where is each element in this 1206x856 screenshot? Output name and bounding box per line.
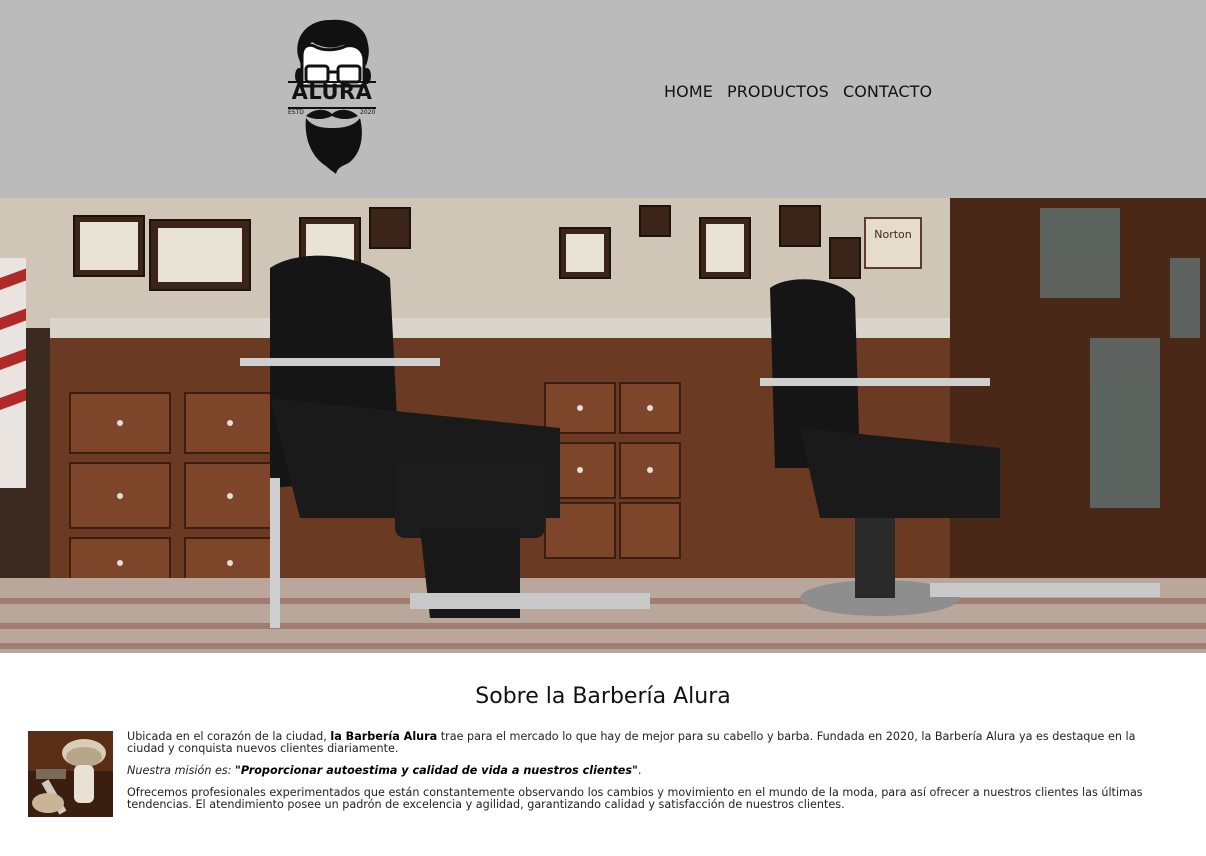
site-header: ALURA ESTD 2020 HOME PRODUCTOS CONTACTO xyxy=(0,0,1206,198)
nav-link-home[interactable]: HOME xyxy=(664,82,713,101)
nav-link-contacto[interactable]: CONTACTO xyxy=(843,82,932,101)
logo-estd-left: ESTD xyxy=(288,109,304,116)
mission-quote: "Proporcionar autoestima y calidad de vi… xyxy=(235,764,638,777)
nav-link-productos[interactable]: PRODUCTOS xyxy=(727,82,829,101)
shaving-brush-razor-photo xyxy=(28,731,113,817)
logo-brand-text: ALURA xyxy=(291,80,373,104)
about-text: Ubicada en el corazón de la ciudad, la B… xyxy=(127,731,1167,821)
about-paragraph-3: Ofrecemos profesionales experimentados q… xyxy=(127,786,1143,811)
norton-sign: Norton xyxy=(874,228,912,241)
alura-logo[interactable]: ALURA ESTD 2020 xyxy=(284,16,380,174)
about-mission: Nuestra misión es: "Proporcionar autoest… xyxy=(127,765,1167,777)
about-title: Sobre la Barbería Alura xyxy=(475,684,731,709)
mission-end: . xyxy=(637,764,642,777)
hero-banner: Norton xyxy=(0,198,1206,653)
about-paragraph-1: Ubicada en el corazón de la ciudad, la B… xyxy=(127,731,1167,755)
barbershop-interior-photo: Norton xyxy=(0,198,1206,653)
logo-estd-right: 2020 xyxy=(360,109,376,116)
main-nav: HOME PRODUCTOS CONTACTO xyxy=(664,82,932,101)
about-image xyxy=(28,731,113,817)
mission-label: Nuestra misión es: xyxy=(127,764,236,777)
